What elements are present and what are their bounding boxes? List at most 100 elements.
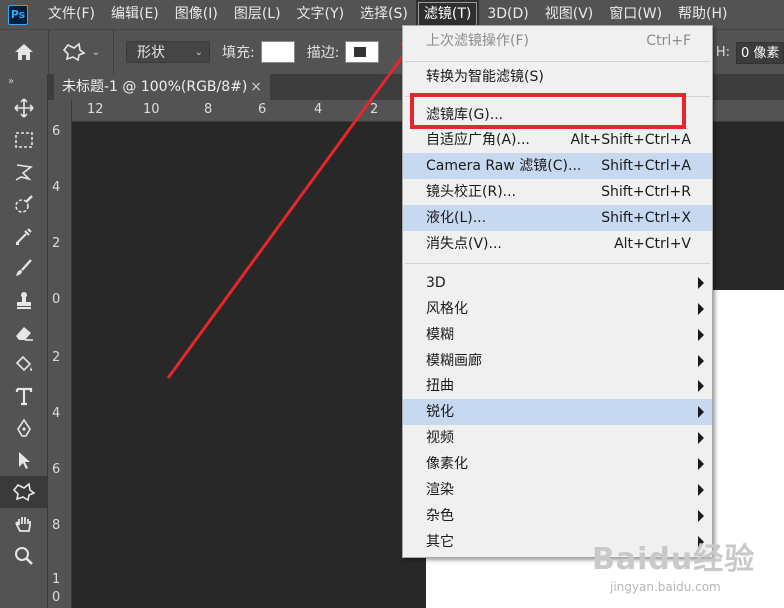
- type-tool[interactable]: [0, 380, 48, 412]
- menu-item-label: 视频: [426, 430, 454, 446]
- menu-item-label: 滤镜库(G)...: [426, 107, 504, 123]
- menu-item-label: 消失点(V)...: [426, 236, 502, 252]
- custom-shape-tool[interactable]: [0, 476, 48, 508]
- paint-bucket-icon: [15, 355, 32, 372]
- menu-item-label: 扭曲: [426, 378, 454, 394]
- ruler-tick: 6: [52, 462, 61, 477]
- submenu-arrow-icon: [698, 329, 704, 341]
- paint-bucket-tool[interactable]: [0, 348, 48, 380]
- eraser-icon: [16, 327, 33, 341]
- menu-type[interactable]: 文字(Y): [289, 0, 352, 29]
- menu-item-label: 液化(L)...: [426, 210, 487, 226]
- menu-item-sharpen[interactable]: 锐化: [403, 399, 712, 425]
- brush-tool[interactable]: [0, 252, 48, 284]
- photoshop-logo: Ps: [8, 4, 28, 25]
- submenu-arrow-icon: [698, 458, 704, 470]
- hand-tool[interactable]: [0, 508, 48, 540]
- submenu-arrow-icon: [698, 303, 704, 315]
- home-button[interactable]: [0, 29, 49, 75]
- stroke-swatch[interactable]: [345, 41, 380, 63]
- menu-item-last-filter[interactable]: 上次滤镜操作(F) Ctrl+F: [403, 28, 712, 54]
- menu-item-label: 其它: [426, 534, 454, 550]
- quick-select-tool[interactable]: [0, 188, 48, 220]
- menu-separator: [405, 96, 710, 97]
- menu-item-convert-smart-filter[interactable]: 转换为智能滤镜(S): [403, 64, 712, 90]
- marquee-icon: [15, 132, 33, 148]
- collapse-panel-icon[interactable]: »: [0, 74, 47, 92]
- fill-swatch[interactable]: [260, 41, 295, 63]
- ruler-tick: 4: [52, 406, 61, 421]
- menu-item-liquify[interactable]: 液化(L)... Shift+Ctrl+X: [403, 205, 712, 231]
- ruler-tick: 0: [52, 590, 61, 605]
- stamp-tool[interactable]: [0, 284, 48, 316]
- menu-separator: [405, 61, 710, 62]
- menu-item-pixelate[interactable]: 像素化: [403, 451, 712, 477]
- submenu-arrow-icon: [698, 432, 704, 444]
- menu-file[interactable]: 文件(F): [40, 0, 103, 29]
- menu-item-lens-correction[interactable]: 镜头校正(R)... Shift+Ctrl+R: [403, 179, 712, 205]
- ruler-tick: 12: [87, 102, 104, 117]
- move-icon: [14, 98, 34, 118]
- menu-item-camera-raw[interactable]: Camera Raw 滤镜(C)... Shift+Ctrl+A: [403, 153, 712, 179]
- move-tool[interactable]: [0, 92, 48, 124]
- watermark-brand: Baidu经验: [592, 542, 756, 577]
- tool-preset-picker[interactable]: ⌄: [49, 29, 114, 75]
- menu-item-distort[interactable]: 扭曲: [403, 373, 712, 399]
- close-icon[interactable]: ×: [250, 74, 262, 100]
- menu-edit[interactable]: 编辑(E): [103, 0, 167, 29]
- menu-item-adaptive-wide-angle[interactable]: 自适应广角(A)... Alt+Shift+Ctrl+A: [403, 127, 712, 153]
- menu-item-vanishing-point[interactable]: 消失点(V)... Alt+Ctrl+V: [403, 231, 712, 257]
- menu-item-label: Camera Raw 滤镜(C)...: [426, 158, 582, 174]
- menu-item-shortcut: Shift+Ctrl+X: [601, 210, 691, 226]
- submenu-arrow-icon: [698, 406, 704, 418]
- menu-item-shortcut: Shift+Ctrl+R: [601, 184, 691, 200]
- menu-item-render[interactable]: 渲染: [403, 477, 712, 503]
- eyedropper-tool[interactable]: [0, 220, 48, 252]
- height-input[interactable]: 0 像素: [736, 41, 784, 64]
- hand-icon: [15, 517, 31, 532]
- eraser-tool[interactable]: [0, 316, 48, 348]
- menu-item-shortcut: Alt+Shift+Ctrl+A: [570, 132, 691, 148]
- menu-item-shortcut: Alt+Ctrl+V: [614, 236, 691, 252]
- menu-item-blur-gallery[interactable]: 模糊画廊: [403, 348, 712, 374]
- menu-item-label: 镜头校正(R)...: [426, 184, 517, 200]
- menu-item-noise[interactable]: 杂色: [403, 503, 712, 529]
- submenu-arrow-icon: [698, 510, 704, 522]
- brush-icon: [16, 259, 32, 276]
- menu-image[interactable]: 图像(I): [167, 0, 226, 29]
- eyedropper-icon: [16, 228, 32, 245]
- menu-item-label: 模糊: [426, 327, 454, 343]
- menu-layer[interactable]: 图层(L): [226, 0, 289, 29]
- menu-item-3d[interactable]: 3D: [403, 270, 712, 296]
- shape-mode-value: 形状: [137, 45, 165, 61]
- menu-item-stylize[interactable]: 风格化: [403, 296, 712, 322]
- quick-select-icon: [15, 195, 33, 213]
- menu-item-label: 风格化: [426, 301, 468, 317]
- menu-item-label: 转换为智能滤镜(S): [426, 69, 544, 85]
- chevron-down-icon: ⌄: [194, 47, 203, 58]
- menu-item-filter-gallery[interactable]: 滤镜库(G)...: [403, 102, 712, 128]
- zoom-tool[interactable]: [0, 540, 48, 572]
- chevron-down-icon: ⌄: [91, 46, 101, 58]
- ruler-tick: 4: [52, 180, 61, 195]
- lasso-tool[interactable]: [0, 156, 48, 188]
- menu-item-shortcut: Ctrl+F: [646, 33, 691, 49]
- watermark-url: jingyan.baidu.com: [610, 580, 721, 594]
- ruler-tick: 4: [314, 102, 323, 117]
- path-select-tool[interactable]: [0, 444, 48, 476]
- menu-item-blur[interactable]: 模糊: [403, 322, 712, 348]
- document-tab[interactable]: 未标题-1 @ 100%(RGB/8#) ×: [54, 74, 270, 100]
- menu-item-video[interactable]: 视频: [403, 425, 712, 451]
- marquee-tool[interactable]: [0, 124, 48, 156]
- ruler-tick: 2: [52, 350, 61, 365]
- watermark-logo: Baidu经验: [592, 534, 782, 578]
- ruler-corner: [48, 100, 72, 122]
- shape-mode-select[interactable]: 形状 ⌄: [126, 41, 210, 63]
- watermark: Baidu经验 jingyan.baidu.com: [592, 534, 782, 606]
- pen-tool[interactable]: [0, 412, 48, 444]
- ruler-vertical: 6 4 2 0 2 4 6 8 1 0: [48, 122, 72, 608]
- tools-panel: »: [0, 74, 48, 608]
- menu-item-shortcut: Shift+Ctrl+A: [601, 158, 691, 174]
- cursor-arrow-icon: [19, 452, 30, 469]
- type-icon: [15, 387, 33, 406]
